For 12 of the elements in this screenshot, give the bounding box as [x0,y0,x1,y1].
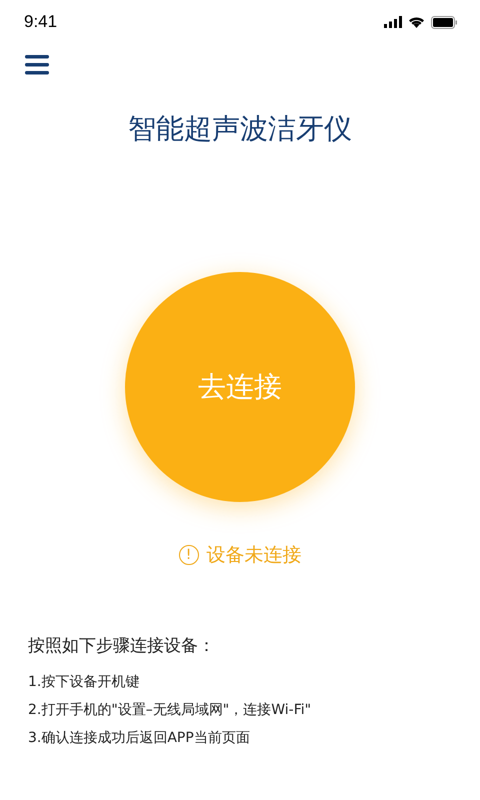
instruction-step: 2.打开手机的"设置–无线局域网"，连接Wi-Fi" [28,701,480,719]
clock-time: 9:41 [24,12,58,32]
app-title: 智能超声波洁牙仪 [127,111,353,147]
warning-icon: ! [178,545,198,565]
connect-button[interactable]: 去连接 [125,272,355,502]
signal-icon [384,16,402,28]
battery-icon [431,16,458,28]
instruction-step: 1.按下设备开机键 [28,673,480,691]
wifi-icon [408,16,425,28]
instructions-heading: 按照如下步骤连接设备： [28,635,216,657]
connection-status: 设备未连接 [206,543,302,568]
instruction-step: 3.确认连接成功后返回APP当前页面 [28,729,480,747]
